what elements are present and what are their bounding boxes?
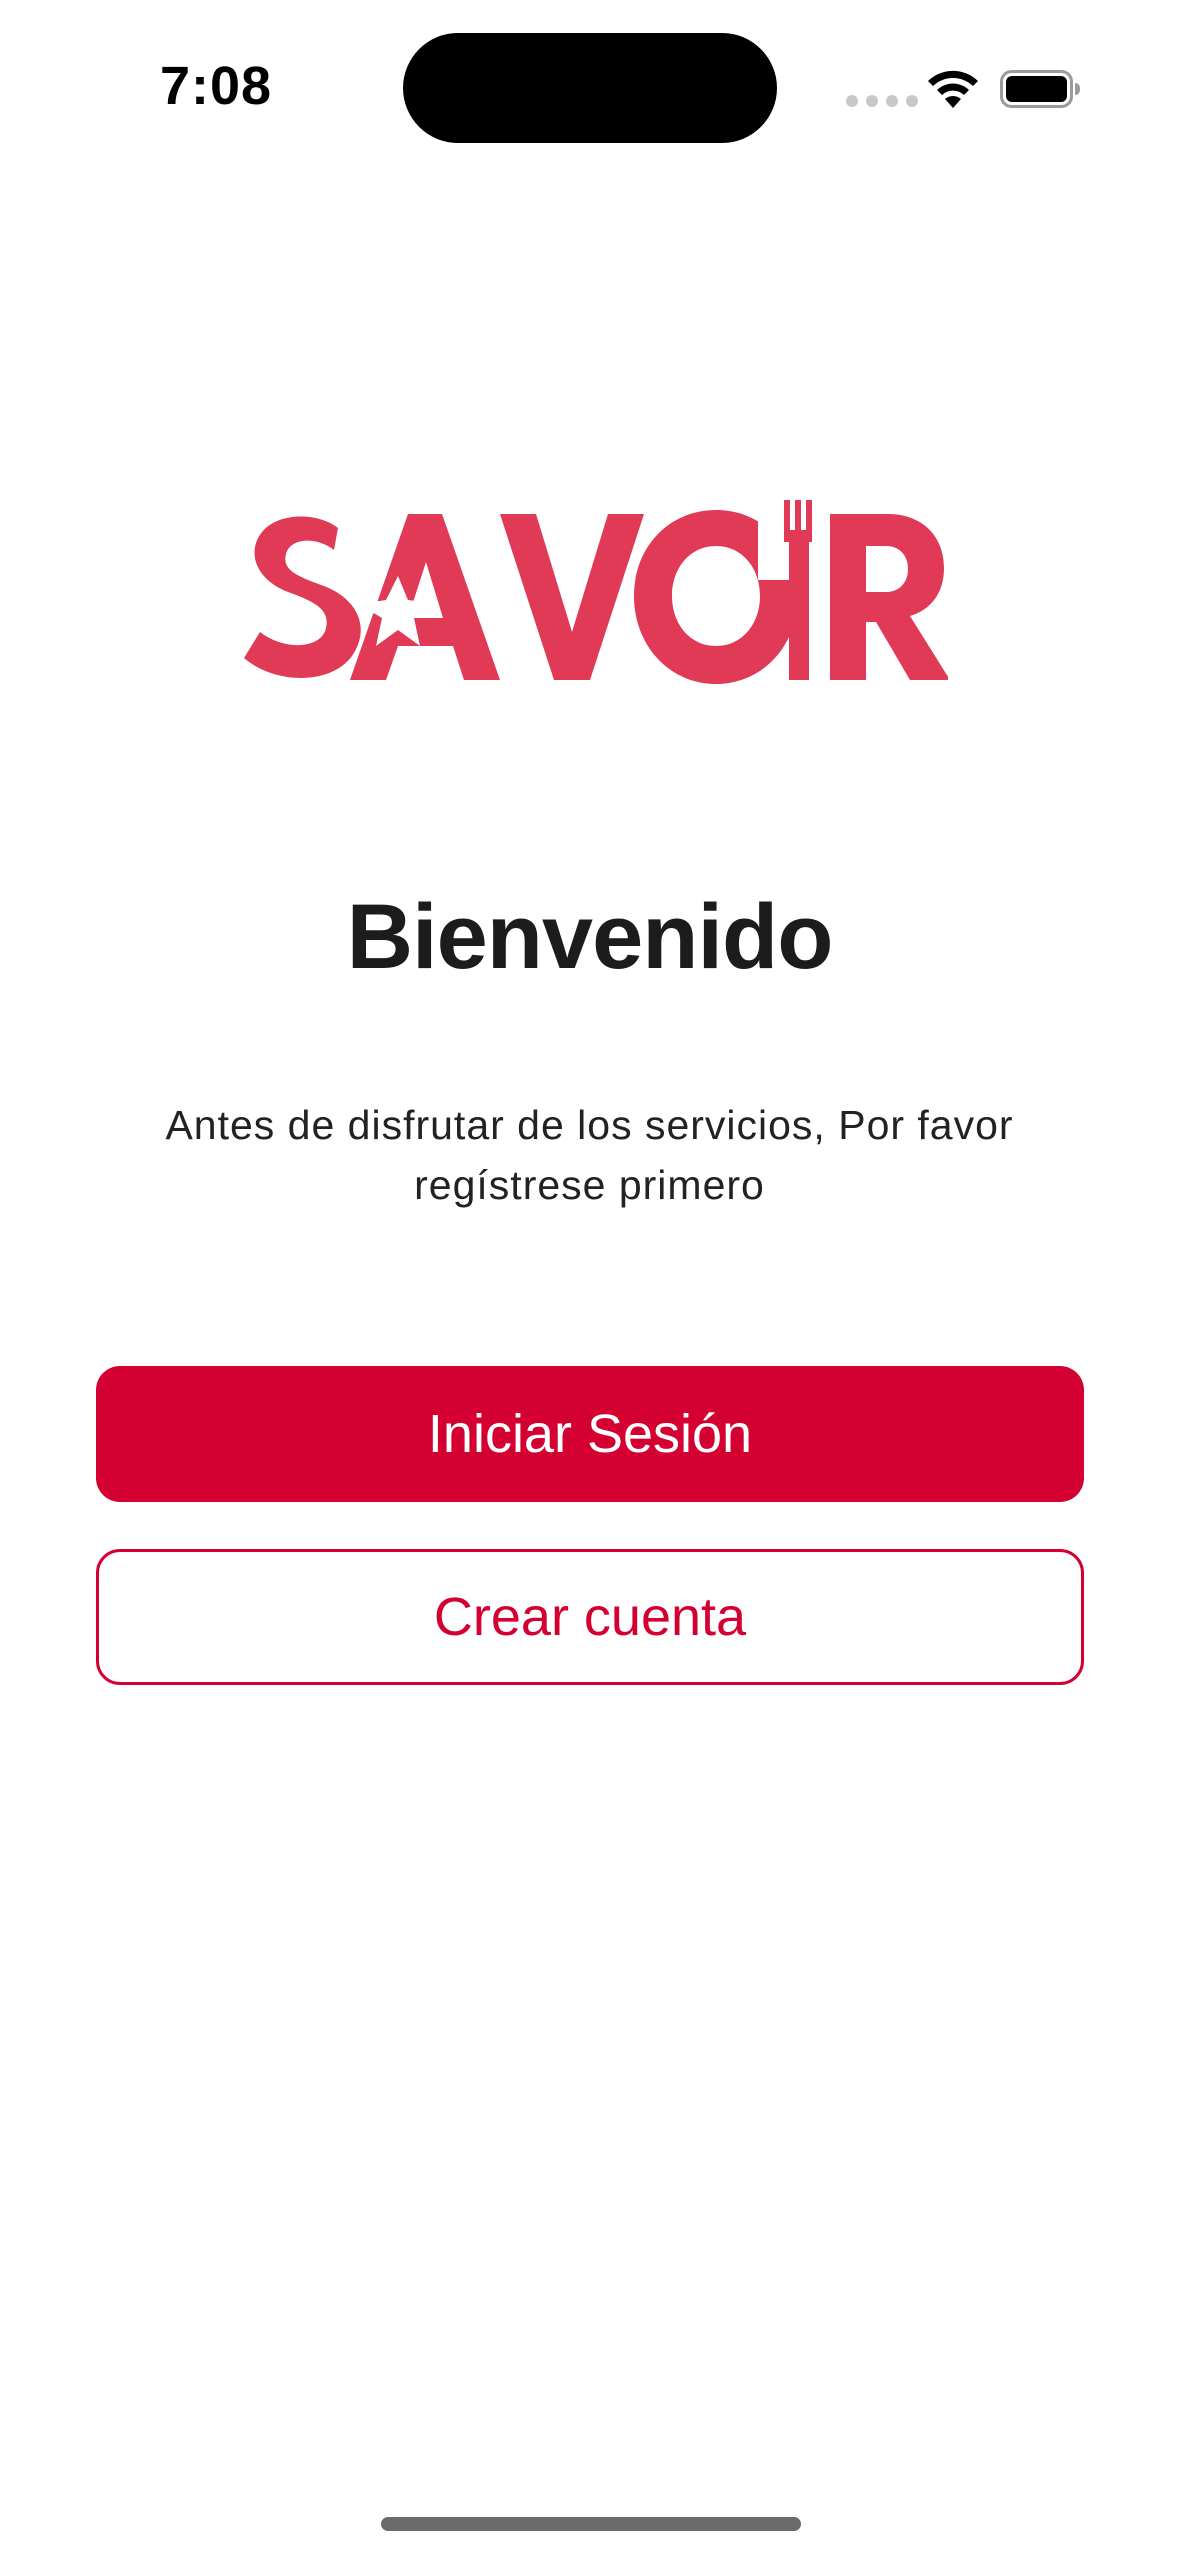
home-indicator[interactable] <box>381 2517 801 2531</box>
welcome-title: Bienvenido <box>346 886 834 988</box>
battery-icon <box>1000 70 1080 108</box>
login-button[interactable]: Iniciar Sesión <box>96 1366 1084 1502</box>
dynamic-island <box>403 33 777 143</box>
create-account-button[interactable]: Crear cuenta <box>96 1549 1084 1685</box>
wifi-icon <box>928 70 978 108</box>
login-button-label: Iniciar Sesión <box>427 1404 753 1464</box>
status-time: 7:08 <box>160 56 273 116</box>
create-account-button-label: Crear cuenta <box>433 1587 747 1647</box>
welcome-screen: 7:08 Bienvenido Antes de disfrutar de lo… <box>0 0 1179 2556</box>
cellular-signal-icon <box>846 95 918 107</box>
welcome-subtitle: Antes de disfrutar de los servicios, Por… <box>165 1102 1014 1208</box>
savoir-logo <box>244 500 948 684</box>
